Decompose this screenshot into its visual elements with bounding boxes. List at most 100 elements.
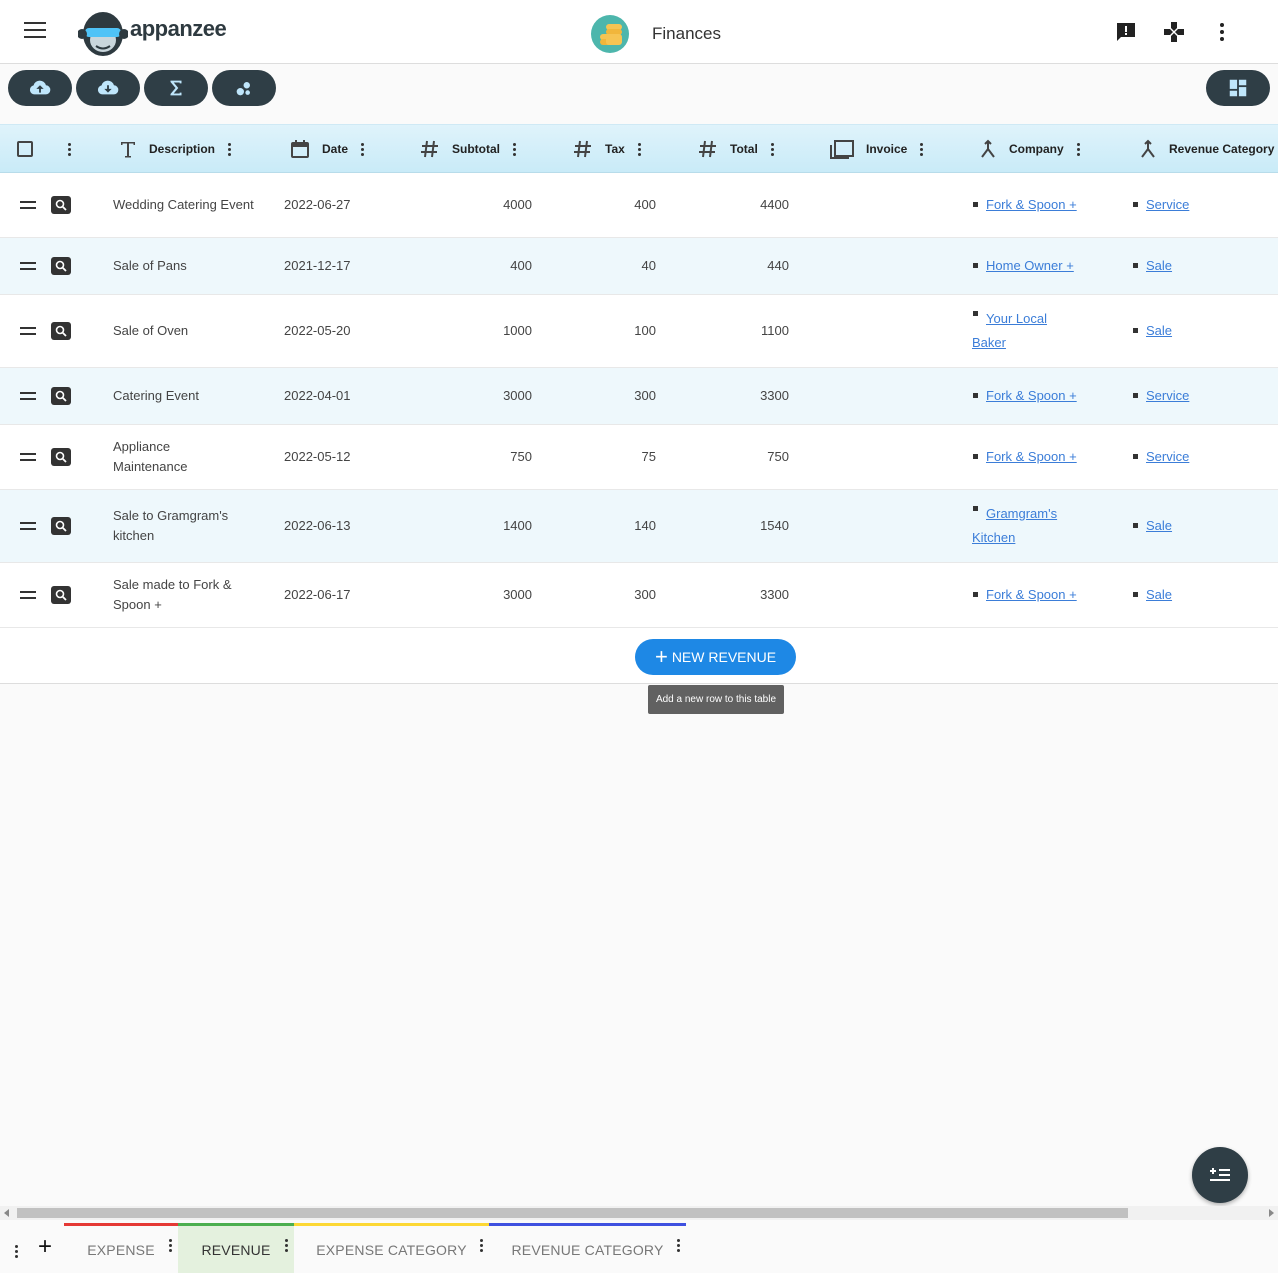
drag-handle-icon[interactable] [20,563,38,627]
column-menu-icon[interactable] [770,142,774,156]
total-cell[interactable]: 1540 [689,490,789,562]
subtotal-cell[interactable]: 400 [432,238,532,294]
feedback-icon[interactable] [1114,20,1138,44]
company-link[interactable]: Fork & Spoon + [986,449,1077,464]
table-row[interactable]: Appliance Maintenance 2022-05-12 750 75 … [0,425,1278,490]
column-header-invoice[interactable]: Invoice [830,125,924,173]
add-tab-icon[interactable]: + [38,1235,52,1259]
column-header-date[interactable]: Date [290,125,365,173]
subtotal-cell[interactable]: 3000 [432,368,532,424]
open-record-icon[interactable] [51,322,71,340]
description-cell[interactable]: Appliance Maintenance [113,425,223,489]
select-all-checkbox[interactable] [17,141,33,157]
table-row[interactable]: Sale made to Fork & Spoon + 2022-06-17 3… [0,563,1278,628]
tab-menu-icon[interactable] [168,1238,172,1252]
category-link[interactable]: Sale [1146,323,1172,338]
table-row[interactable]: Catering Event 2022-04-01 3000 300 3300 … [0,368,1278,425]
total-cell[interactable]: 440 [689,238,789,294]
company-link[interactable]: Fork & Spoon + [986,388,1077,403]
column-menu-icon[interactable] [919,142,924,156]
scrollbar-thumb[interactable] [17,1208,1128,1218]
upload-button[interactable] [8,70,72,106]
column-menu-icon[interactable] [360,142,365,156]
scroll-left-icon[interactable] [4,1209,9,1217]
tab-expense-category[interactable]: EXPENSE CATEGORY [294,1223,489,1273]
drag-handle-icon[interactable] [20,425,38,489]
tax-cell[interactable]: 100 [556,295,656,367]
row-options-icon[interactable] [67,142,71,156]
tax-cell[interactable]: 400 [556,173,656,237]
description-cell[interactable]: Catering Event [113,368,263,424]
date-cell[interactable]: 2022-05-12 [284,425,384,489]
column-menu-icon[interactable] [1076,142,1080,156]
download-button[interactable] [76,70,140,106]
tax-cell[interactable]: 300 [556,368,656,424]
column-header-company[interactable]: Company [979,125,1080,173]
tab-menu-icon[interactable] [676,1238,680,1252]
date-cell[interactable]: 2022-05-20 [284,295,384,367]
subtotal-cell[interactable]: 1000 [432,295,532,367]
open-record-icon[interactable] [51,448,71,466]
column-header-description[interactable]: Description [119,125,232,173]
drag-handle-icon[interactable] [20,490,38,562]
description-cell[interactable]: Sale of Pans [113,238,263,294]
date-cell[interactable]: 2022-06-17 [284,563,384,627]
tab-revenue[interactable]: REVENUE [178,1223,294,1273]
description-cell[interactable]: Sale to Gramgram's kitchen [113,490,243,562]
column-menu-icon[interactable] [637,142,641,156]
table-row[interactable]: Sale of Pans 2021-12-17 400 40 440 Home … [0,238,1278,295]
description-cell[interactable]: Sale of Oven [113,295,263,367]
horizontal-scrollbar[interactable] [0,1206,1278,1220]
drag-handle-icon[interactable] [20,238,38,294]
tab-menu-icon[interactable] [284,1238,288,1252]
description-cell[interactable]: Sale made to Fork & Spoon + [113,563,243,627]
tax-cell[interactable]: 75 [556,425,656,489]
more-vert-icon[interactable] [1210,20,1234,44]
open-record-icon[interactable] [51,196,71,214]
column-menu-icon[interactable] [512,142,516,156]
total-cell[interactable]: 1100 [689,295,789,367]
tax-cell[interactable]: 300 [556,563,656,627]
drag-handle-icon[interactable] [20,173,38,237]
category-link[interactable]: Sale [1146,587,1172,602]
bubbles-button[interactable] [212,70,276,106]
company-link[interactable]: Your Local Baker [972,311,1047,350]
column-header-revenue-category[interactable]: Revenue Category [1139,125,1274,173]
open-record-icon[interactable] [51,517,71,535]
date-cell[interactable]: 2022-06-27 [284,173,384,237]
scroll-right-icon[interactable] [1269,1209,1274,1217]
tab-expense[interactable]: EXPENSE [64,1223,178,1273]
date-cell[interactable]: 2022-04-01 [284,368,384,424]
total-cell[interactable]: 3300 [689,368,789,424]
open-record-icon[interactable] [51,257,71,275]
table-row[interactable]: Sale of Oven 2022-05-20 1000 100 1100 Yo… [0,295,1278,368]
total-cell[interactable]: 3300 [689,563,789,627]
subtotal-cell[interactable]: 1400 [432,490,532,562]
tab-menu-icon[interactable] [479,1238,483,1252]
new-revenue-button[interactable]: + NEW REVENUE [635,639,796,675]
column-menu-icon[interactable] [227,142,232,156]
open-record-icon[interactable] [51,387,71,405]
column-header-tax[interactable]: Tax [573,125,641,173]
tax-cell[interactable]: 140 [556,490,656,562]
table-row[interactable]: Sale to Gramgram's kitchen 2022-06-13 14… [0,490,1278,563]
table-row[interactable]: Wedding Catering Event 2022-06-27 4000 4… [0,173,1278,238]
company-link[interactable]: Gramgram's Kitchen [972,506,1057,545]
category-link[interactable]: Service [1146,449,1189,464]
sum-button[interactable] [144,70,208,106]
total-cell[interactable]: 4400 [689,173,789,237]
add-list-fab[interactable] [1192,1147,1248,1203]
subtotal-cell[interactable]: 4000 [432,173,532,237]
gamepad-icon[interactable] [1162,20,1186,44]
subtotal-cell[interactable]: 3000 [432,563,532,627]
date-cell[interactable]: 2022-06-13 [284,490,384,562]
tab-revenue-category[interactable]: REVENUE CATEGORY [489,1223,686,1273]
tax-cell[interactable]: 40 [556,238,656,294]
company-link[interactable]: Fork & Spoon + [986,197,1077,212]
company-link[interactable]: Home Owner + [986,258,1074,273]
menu-icon[interactable] [24,22,46,40]
tabs-menu-icon[interactable] [14,1244,18,1258]
dashboard-button[interactable] [1206,70,1270,106]
category-link[interactable]: Sale [1146,258,1172,273]
column-header-total[interactable]: Total [698,125,774,173]
